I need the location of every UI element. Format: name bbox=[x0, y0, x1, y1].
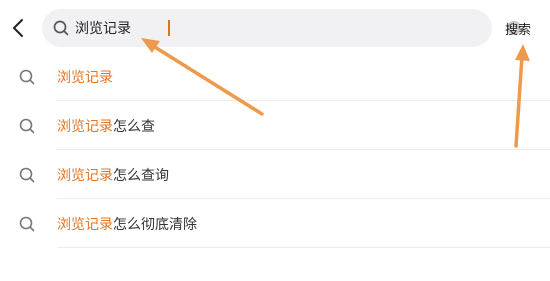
suggestion-list: 浏览记录 浏览记录怎么查 浏览记录怎么查询 浏览记录怎么彻底清除 bbox=[0, 52, 550, 248]
suggestion-rest: 怎么查 bbox=[113, 119, 155, 135]
suggestion-highlight: 浏览记录 bbox=[57, 168, 113, 184]
search-icon bbox=[19, 216, 35, 232]
suggestion-item[interactable]: 浏览记录怎么查询 bbox=[0, 150, 550, 199]
suggestion-text: 浏览记录怎么查 bbox=[57, 116, 155, 136]
search-icon bbox=[19, 118, 35, 134]
divider bbox=[57, 247, 550, 248]
search-input[interactable] bbox=[75, 9, 455, 47]
suggestion-rest: 怎么查询 bbox=[113, 168, 169, 184]
chevron-left-icon bbox=[13, 19, 23, 37]
suggestion-highlight: 浏览记录 bbox=[57, 217, 113, 233]
suggestion-highlight: 浏览记录 bbox=[57, 70, 113, 86]
search-button[interactable]: 搜索 bbox=[505, 19, 531, 38]
search-screen: 搜索 浏览记录 浏览记录怎么查 浏览记录怎么查询 bbox=[0, 0, 550, 281]
suggestion-item[interactable]: 浏览记录怎么彻底清除 bbox=[0, 199, 550, 248]
suggestion-text: 浏览记录怎么查询 bbox=[57, 165, 169, 185]
search-icon bbox=[53, 20, 69, 36]
suggestion-rest: 怎么彻底清除 bbox=[113, 217, 197, 233]
suggestion-item[interactable]: 浏览记录 bbox=[0, 52, 550, 101]
text-caret bbox=[168, 20, 170, 36]
search-bar[interactable] bbox=[42, 9, 521, 47]
suggestion-text: 浏览记录 bbox=[57, 67, 113, 87]
suggestion-text: 浏览记录怎么彻底清除 bbox=[57, 214, 197, 234]
search-icon bbox=[19, 69, 35, 85]
back-button[interactable] bbox=[6, 14, 30, 42]
suggestion-item[interactable]: 浏览记录怎么查 bbox=[0, 101, 550, 150]
suggestion-highlight: 浏览记录 bbox=[57, 119, 113, 135]
search-icon bbox=[19, 167, 35, 183]
